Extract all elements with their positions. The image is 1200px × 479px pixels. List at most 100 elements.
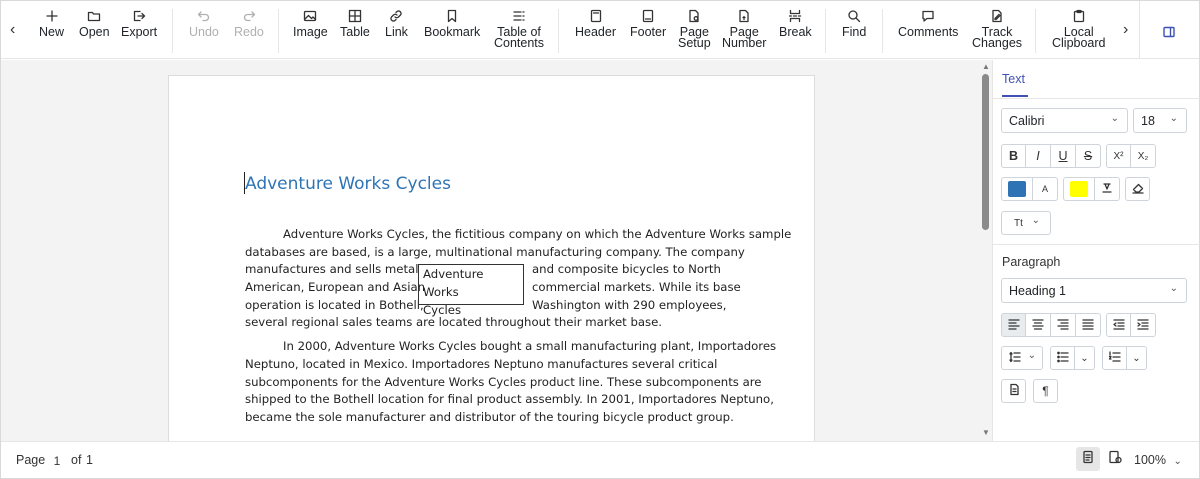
table-of-contents-button[interactable]: Table of Contents [494, 9, 544, 49]
numbered-list-dropdown[interactable]: ⌄ [1127, 346, 1147, 370]
scrollbar-thumb[interactable] [982, 74, 989, 230]
scroll-down-icon[interactable]: ▼ [982, 428, 990, 437]
italic-button[interactable]: I [1026, 144, 1051, 168]
header-icon [589, 9, 603, 23]
bullet-list-dropdown[interactable]: ⌄ [1075, 346, 1095, 370]
change-case-button[interactable]: Tt ⌄ [1001, 211, 1051, 235]
increase-indent-button[interactable] [1131, 313, 1156, 337]
underline-button[interactable]: U [1051, 144, 1076, 168]
bookmark-button[interactable]: Bookmark [424, 9, 480, 38]
font-color-dropdown-button[interactable]: A [1033, 177, 1058, 201]
scroll-up-icon[interactable]: ▲ [982, 62, 990, 71]
superscript-button[interactable]: X² [1106, 144, 1131, 168]
page-setup-button[interactable]: Page Setup [678, 9, 711, 49]
highlight-color-swatch [1070, 181, 1088, 197]
text-box[interactable]: Adventure Works Cycles [418, 264, 524, 317]
open-button[interactable]: Open [79, 9, 110, 38]
page-number-icon [737, 9, 751, 23]
subscript-button[interactable]: X₂ [1131, 144, 1156, 168]
highlight-color-button[interactable] [1063, 177, 1095, 201]
toolbar-separator [1035, 9, 1036, 53]
link-icon [389, 9, 403, 23]
folder-icon [87, 9, 101, 23]
link-button[interactable]: Link [385, 9, 408, 38]
highlight-dropdown-button[interactable] [1095, 177, 1120, 201]
track-changes-icon [990, 9, 1004, 23]
web-layout-icon [1108, 450, 1122, 469]
show-formatting-marks-button[interactable]: ¶ [1033, 379, 1058, 403]
chevron-down-icon: ⌄ [1173, 456, 1182, 467]
export-icon [132, 9, 146, 23]
font-size-select[interactable]: 18 ⌄ [1133, 108, 1187, 133]
align-right-button[interactable] [1051, 313, 1076, 337]
comments-button[interactable]: Comments [898, 9, 958, 38]
paragraph-settings-icon [1007, 383, 1021, 400]
toolbar: ‹ New Open Export Undo Redo Image Table … [1, 1, 1199, 59]
document-canvas[interactable]: Adventure Works Cycles Adventure Works C… [1, 60, 980, 441]
table-icon [348, 9, 362, 23]
highlight-icon [1100, 181, 1114, 198]
outdent-icon [1112, 317, 1126, 334]
toolbar-scroll-right-icon[interactable]: › [1123, 21, 1128, 39]
numbered-list-button[interactable] [1102, 346, 1127, 370]
line-spacing-icon [1008, 350, 1022, 367]
strikethrough-button[interactable]: S [1076, 144, 1101, 168]
font-color-icon: A [1041, 184, 1048, 194]
align-center-icon [1031, 317, 1045, 334]
bookmark-icon [445, 9, 459, 23]
paragraph-1[interactable]: Adventure Works Cycles, the fictitious c… [245, 226, 791, 262]
chevron-down-icon: ⌄ [1132, 352, 1141, 364]
paragraph-1-end[interactable]: several regional sales teams are located… [245, 314, 735, 332]
font-color-swatch [1008, 181, 1026, 197]
decrease-indent-button[interactable] [1106, 313, 1131, 337]
plus-icon [45, 9, 59, 23]
tab-text[interactable]: Text [1002, 72, 1025, 86]
track-changes-button[interactable]: Track Changes [972, 9, 1022, 49]
justify-button[interactable] [1076, 313, 1101, 337]
export-button[interactable]: Export [121, 9, 157, 38]
font-family-select[interactable]: Calibri ⌄ [1001, 108, 1128, 133]
paragraph-1-wrap-right[interactable]: and composite bicycles to North commerci… [532, 261, 741, 314]
document-title[interactable]: Adventure Works Cycles [245, 174, 451, 194]
vertical-scrollbar[interactable]: ▲ ▼ [980, 60, 992, 441]
font-color-button[interactable] [1001, 177, 1033, 201]
bullet-list-button[interactable] [1050, 346, 1075, 370]
break-button[interactable]: Break [779, 9, 812, 38]
redo-icon [242, 9, 256, 23]
table-button[interactable]: Table [340, 9, 370, 38]
align-center-button[interactable] [1026, 313, 1051, 337]
document-page[interactable]: Adventure Works Cycles Adventure Works C… [168, 75, 815, 441]
toolbar-separator [172, 9, 173, 53]
total-pages: 1 [86, 453, 93, 467]
chevron-down-icon: ⌄ [1169, 283, 1178, 294]
current-page-input[interactable]: 1 [49, 452, 65, 470]
new-button[interactable]: New [39, 9, 64, 38]
toolbar-scroll-left-icon[interactable]: ‹ [10, 21, 15, 39]
paragraph-section-title: Paragraph [1002, 255, 1061, 269]
page-label: Page [16, 453, 46, 467]
indent-icon [1136, 317, 1150, 334]
justify-icon [1081, 317, 1095, 334]
find-button[interactable]: Find [842, 9, 866, 38]
align-left-button[interactable] [1001, 313, 1026, 337]
print-layout-button[interactable] [1076, 447, 1100, 471]
local-clipboard-button[interactable]: Local Clipboard [1052, 9, 1106, 49]
zoom-select[interactable]: 100% ⌄ [1134, 453, 1182, 467]
footer-icon [641, 9, 655, 23]
undo-button[interactable]: Undo [189, 9, 219, 38]
paragraph-1-wrap-left[interactable]: manufactures and sells metal American, E… [245, 261, 425, 314]
paragraph-dialog-button[interactable] [1001, 379, 1026, 403]
paragraph-style-select[interactable]: Heading 1 ⌄ [1001, 278, 1187, 303]
panel-toggle-icon[interactable] [1162, 25, 1176, 44]
header-button[interactable]: Header [575, 9, 616, 38]
image-button[interactable]: Image [293, 9, 328, 38]
comment-icon [921, 9, 935, 23]
line-spacing-button[interactable]: ⌄ [1001, 346, 1043, 370]
clear-format-button[interactable] [1125, 177, 1150, 201]
paragraph-2[interactable]: In 2000, Adventure Works Cycles bought a… [245, 338, 776, 427]
footer-button[interactable]: Footer [630, 9, 666, 38]
page-number-button[interactable]: Page Number [722, 9, 766, 49]
redo-button[interactable]: Redo [234, 9, 264, 38]
bold-button[interactable]: B [1001, 144, 1026, 168]
web-layout-button[interactable] [1103, 447, 1127, 471]
